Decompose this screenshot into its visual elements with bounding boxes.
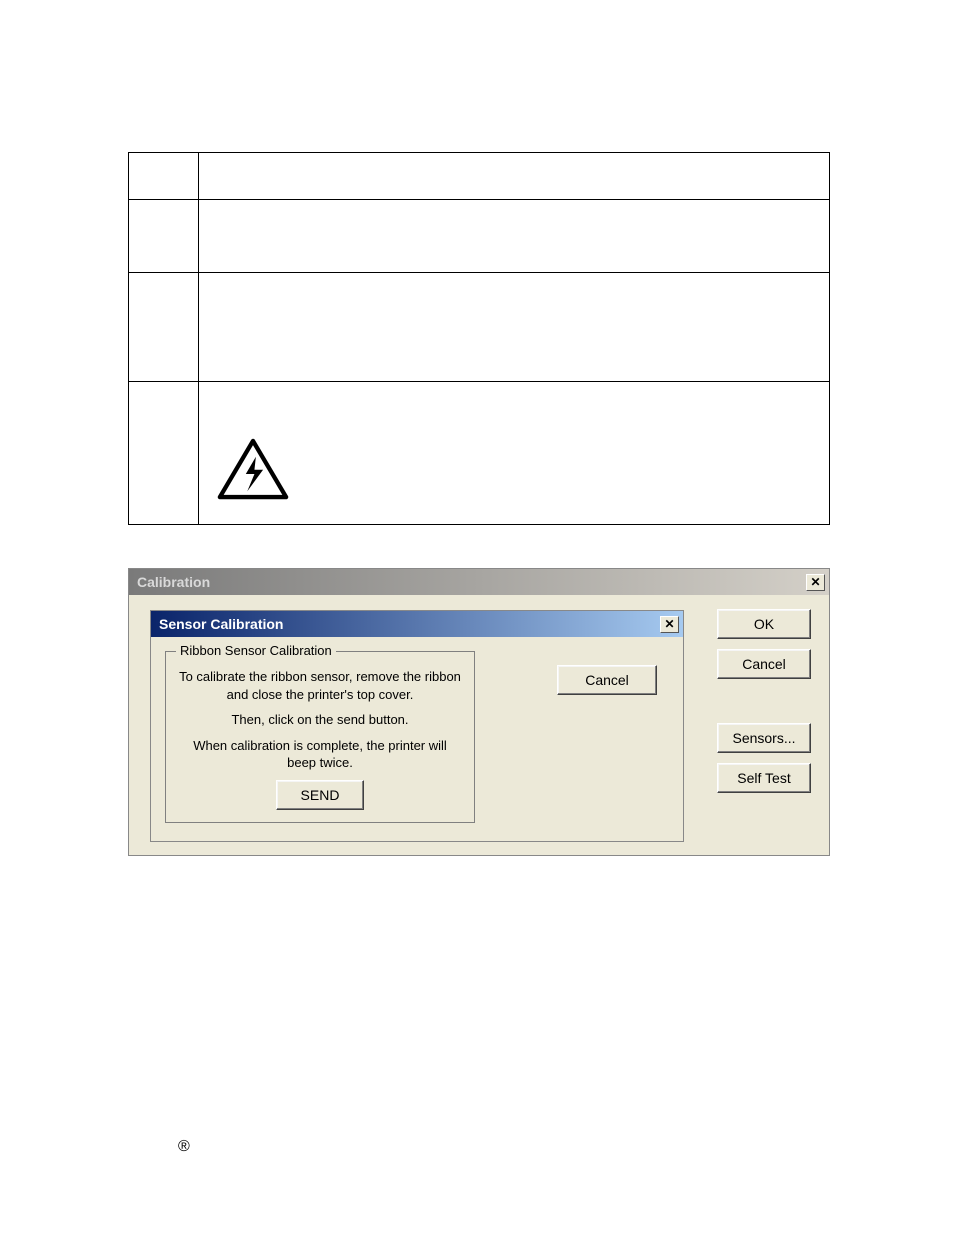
- ribbon-sensor-group: Ribbon Sensor Calibration To calibrate t…: [165, 651, 475, 823]
- calibration-button-column: OK Cancel Sensors... Self Test: [717, 609, 811, 793]
- calibration-titlebar: Calibration ✕: [129, 569, 829, 595]
- close-icon[interactable]: ✕: [806, 574, 825, 591]
- instruction-text-2: Then, click on the send button.: [178, 711, 462, 729]
- table-cell-step: [129, 273, 199, 382]
- send-button[interactable]: SEND: [276, 780, 364, 810]
- procedure-table-wrap: [128, 152, 830, 525]
- cancel-button[interactable]: Cancel: [557, 665, 657, 695]
- sensors-button[interactable]: Sensors...: [717, 723, 811, 753]
- table-row: [129, 200, 830, 273]
- table-row: [129, 153, 830, 200]
- table-cell-proc: [199, 273, 830, 382]
- ok-button[interactable]: OK: [717, 609, 811, 639]
- dialog-area: Calibration ✕ OK Cancel Sensors... Self …: [128, 568, 830, 948]
- close-icon[interactable]: ✕: [660, 616, 679, 633]
- table-cell-step: [129, 153, 199, 200]
- table-cell-step: [129, 382, 199, 525]
- instruction-text-1: To calibrate the ribbon sensor, remove t…: [178, 668, 462, 703]
- instruction-text-3: When calibration is complete, the printe…: [178, 737, 462, 772]
- registered-trademark-symbol: ®: [178, 1138, 190, 1156]
- table-cell-proc: [199, 153, 830, 200]
- procedure-table: [128, 152, 830, 525]
- cancel-button[interactable]: Cancel: [717, 649, 811, 679]
- sensor-calibration-dialog: Sensor Calibration ✕ Ribbon Sensor Calib…: [150, 610, 684, 842]
- sensor-calibration-title: Sensor Calibration: [159, 616, 283, 632]
- table-cell-step: [129, 200, 199, 273]
- self-test-button[interactable]: Self Test: [717, 763, 811, 793]
- table-row: [129, 382, 830, 525]
- table-cell-proc: [199, 382, 830, 525]
- electrical-warning-icon: [217, 438, 289, 505]
- ribbon-sensor-group-label: Ribbon Sensor Calibration: [176, 643, 336, 658]
- sensor-calibration-titlebar: Sensor Calibration ✕: [151, 611, 683, 637]
- table-row: [129, 273, 830, 382]
- calibration-title: Calibration: [137, 574, 210, 590]
- table-cell-proc: [199, 200, 830, 273]
